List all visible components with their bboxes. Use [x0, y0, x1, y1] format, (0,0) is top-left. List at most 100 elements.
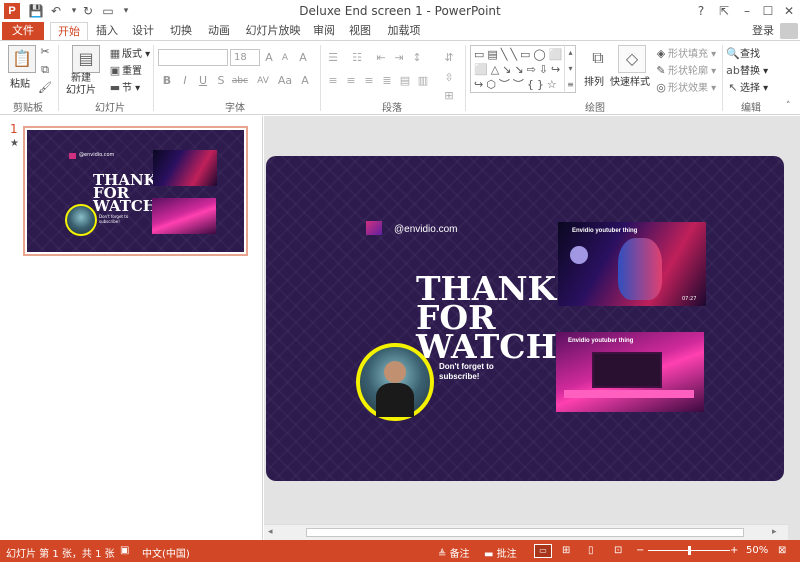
shrink-font-icon[interactable]: A [278, 51, 292, 65]
font-name-box[interactable] [158, 49, 228, 66]
section-button[interactable]: ▬ 节 ▾ [108, 79, 140, 95]
ribbon: 📋 粘贴 ✂ ⧉ 🖌 剪贴板 ▤ 新建 幻灯片 ▦ 版式 ▾ ▣ 重置 ▬ 节 ▾ 幻… [0, 40, 800, 115]
slide-thumbnail[interactable]: @envidio.com THANKS FOR WATCHI Don't for… [23, 126, 248, 256]
shapes-gallery-scroll[interactable]: ▴ ▾ ≡ [564, 45, 576, 93]
bullets-icon[interactable]: ☰ [326, 51, 340, 65]
paste-icon[interactable]: 📋 [8, 45, 36, 73]
tab-file[interactable]: 文件 [2, 22, 44, 40]
tab-addins[interactable]: 加载项 [384, 22, 424, 40]
underline-icon[interactable]: U [196, 74, 210, 88]
char-spacing-icon[interactable]: AV [254, 74, 272, 88]
zoom-in-icon[interactable]: + [730, 545, 738, 556]
tab-design[interactable]: 设计 [128, 22, 158, 40]
text-direction-icon[interactable]: ⇵ [442, 51, 456, 65]
zoom-slider-thumb[interactable] [688, 546, 691, 555]
line-spacing-icon[interactable]: ↕ [410, 51, 424, 65]
cut-icon[interactable]: ✂ [38, 45, 52, 59]
tab-view[interactable]: 视图 [346, 22, 374, 40]
profile-picture-circle[interactable] [356, 343, 434, 421]
clear-formatting-icon[interactable]: A [296, 51, 310, 65]
tab-insert[interactable]: 插入 [92, 22, 122, 40]
bold-icon[interactable]: B [160, 74, 174, 88]
arrange-icon[interactable]: ⧉ [584, 45, 612, 73]
format-painter-icon[interactable]: 🖌 [38, 81, 52, 95]
decrease-indent-icon[interactable]: ⇤ [374, 51, 388, 65]
replace-button[interactable]: ab替换 ▾ [726, 62, 768, 78]
shape-fill-button[interactable]: ◈ 形状填充 ▾ [654, 45, 716, 61]
thumb-video-2 [152, 198, 216, 234]
video-1-person-image [618, 238, 662, 300]
handle-text: @envidio.com [394, 224, 458, 235]
comments-button[interactable]: ▬ 批注 [484, 545, 517, 560]
fit-to-window-icon[interactable]: ⊠ [778, 545, 786, 556]
minimize-icon[interactable]: – [736, 2, 758, 20]
shape-outline-label: 形状轮廓 [668, 66, 708, 77]
reading-view-icon[interactable]: ▯ [588, 545, 594, 556]
notes-button[interactable]: ≜ 备注 [438, 545, 470, 560]
collapse-ribbon-icon[interactable]: ˄ [786, 101, 791, 111]
arrange-button[interactable]: 排列 [584, 73, 604, 88]
separator [465, 45, 466, 111]
spellcheck-icon[interactable]: ▣ [120, 545, 129, 556]
new-slide-button[interactable]: 新建 幻灯片 [66, 73, 96, 97]
language-status[interactable]: 中文(中国) [142, 545, 190, 560]
layout-button[interactable]: ▦ 版式 ▾ [108, 45, 150, 61]
scroll-left-icon[interactable]: ◂ [268, 527, 273, 537]
help-icon[interactable]: ? [690, 2, 712, 20]
tab-transitions[interactable]: 切换 [166, 22, 196, 40]
align-text-icon[interactable]: ⇳ [442, 71, 456, 85]
align-right-icon[interactable]: ≡ [362, 74, 376, 88]
close-icon[interactable]: ✕ [778, 2, 800, 20]
paste-button[interactable]: 粘贴 [10, 75, 30, 90]
vertical-scrollbar[interactable] [788, 118, 798, 526]
copy-icon[interactable]: ⧉ [38, 63, 52, 77]
align-center-icon[interactable]: ≡ [344, 74, 358, 88]
quick-styles-icon[interactable]: ◇ [618, 45, 646, 73]
font-size-box[interactable]: 18 [230, 49, 260, 66]
tab-animations[interactable]: 动画 [204, 22, 234, 40]
slide-sorter-icon[interactable]: ⊞ [562, 545, 570, 556]
distribute-icon[interactable]: ▤ [398, 74, 412, 88]
video-thumbnail-2[interactable]: Envidio youtuber thing [556, 332, 704, 412]
shapes-gallery[interactable]: ▭▤╲╲▭◯⬜ ⬜△↘↘⇨⇩↪ ↪⬡︶︶{}☆ [470, 45, 576, 93]
reset-icon: ▣ [109, 64, 121, 77]
slideshow-view-icon[interactable]: ⊡ [614, 545, 622, 556]
login-link[interactable]: 登录 [748, 22, 778, 40]
normal-view-icon[interactable]: ▭ [534, 544, 552, 558]
slide-canvas[interactable]: @envidio.com THANKS FOR WATCHI Envidio y… [266, 156, 784, 481]
tab-home[interactable]: 开始 [50, 22, 88, 41]
strikethrough-icon[interactable]: abc [230, 74, 250, 88]
align-left-icon[interactable]: ≡ [326, 74, 340, 88]
zoom-out-icon[interactable]: − [636, 545, 644, 556]
ribbon-display-options-icon[interactable]: ⇱ [713, 2, 735, 20]
columns-icon[interactable]: ▥ [416, 74, 430, 88]
shape-effects-button[interactable]: ◎ 形状效果 ▾ [654, 79, 716, 95]
thumb-handle: @envidio.com [79, 152, 115, 158]
find-button[interactable]: 🔍查找 [726, 45, 760, 61]
slide-editing-pane: @envidio.com THANKS FOR WATCHI Envidio y… [264, 116, 800, 540]
select-label: 选择 [740, 83, 760, 94]
horizontal-scrollbar[interactable]: ◂ ▸ [264, 524, 788, 540]
justify-icon[interactable]: ≣ [380, 74, 394, 88]
maximize-icon[interactable]: ☐ [757, 2, 779, 20]
video-thumbnail-1[interactable]: Envidio youtuber thing 07:27 [558, 222, 706, 306]
grow-font-icon[interactable]: A [262, 51, 276, 65]
shape-outline-button[interactable]: ✎ 形状轮廓 ▾ [654, 62, 716, 78]
tab-review[interactable]: 审阅 [310, 22, 338, 40]
scroll-right-icon[interactable]: ▸ [772, 527, 777, 537]
user-avatar-icon[interactable] [780, 23, 798, 39]
italic-icon[interactable]: I [178, 74, 192, 88]
select-button[interactable]: ↖ 选择 ▾ [726, 79, 768, 95]
reset-button[interactable]: ▣ 重置 [108, 62, 142, 78]
font-color-icon[interactable]: A [298, 74, 312, 88]
change-case-icon[interactable]: Aa [276, 74, 294, 88]
new-slide-icon[interactable]: ▤ [72, 45, 100, 73]
zoom-level[interactable]: 50% [746, 545, 768, 556]
shadow-icon[interactable]: S [214, 74, 228, 88]
tab-slideshow[interactable]: 幻灯片放映 [244, 22, 302, 40]
horizontal-scroll-thumb[interactable] [306, 528, 744, 537]
numbering-icon[interactable]: ☷ [350, 51, 364, 65]
quick-styles-button[interactable]: 快速样式 [610, 73, 650, 88]
video-2-title: Envidio youtuber thing [568, 338, 634, 344]
increase-indent-icon[interactable]: ⇥ [392, 51, 406, 65]
